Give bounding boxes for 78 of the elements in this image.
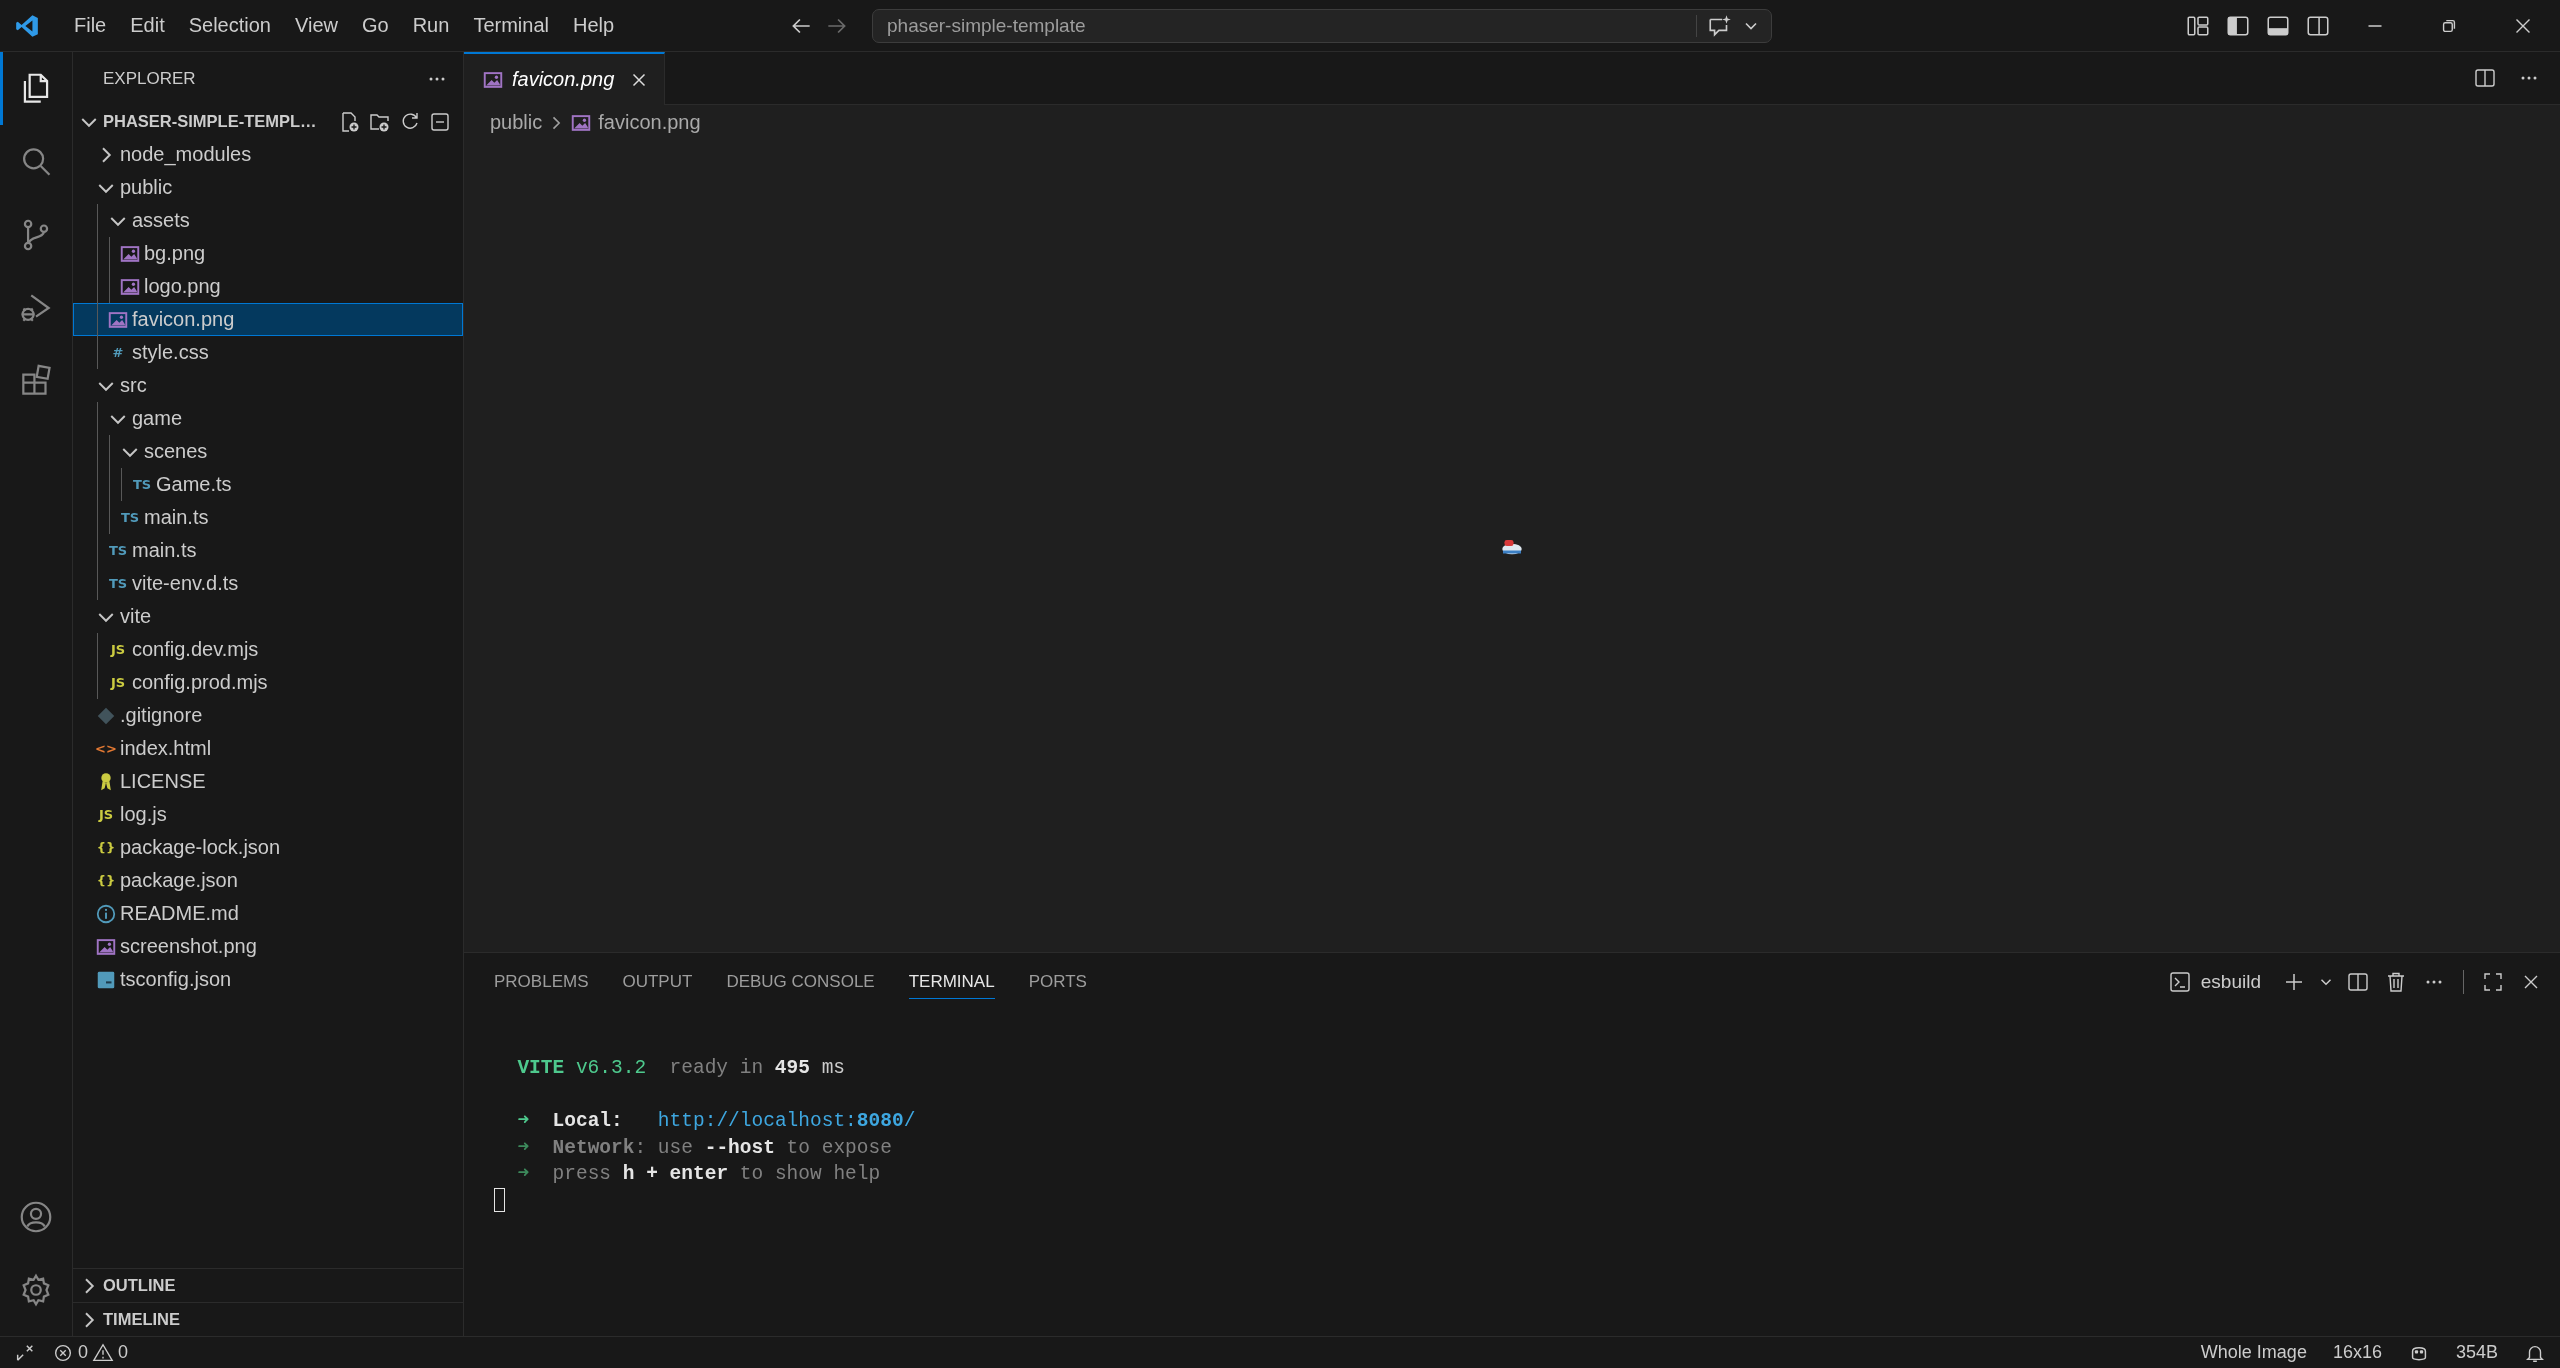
tree-file[interactable]: # style.css <box>73 336 463 369</box>
tree-file[interactable]: <>index.html <box>73 732 463 765</box>
terminal-line: ➜ Local: http://localhost:8080/ <box>516 1109 917 1134</box>
tree-file[interactable]: README.md <box>73 897 463 930</box>
tree-folder[interactable]: node_modules <box>73 138 463 171</box>
tree-folder[interactable]: game <box>73 402 463 435</box>
tree-file[interactable]: logo.png <box>73 270 463 303</box>
menu-item[interactable]: Run <box>400 10 462 41</box>
menu-item[interactable]: Terminal <box>461 10 561 41</box>
app-logo-icon[interactable] <box>14 12 40 39</box>
tree-file[interactable]: TS main.ts <box>73 534 463 567</box>
file-type-icon: <> <box>95 741 117 756</box>
command-center[interactable]: phaser-simple-template <box>872 8 1772 43</box>
tree-file[interactable]: TS Game.ts <box>73 468 463 501</box>
tree-file[interactable]: {} package-lock.json <box>73 831 463 864</box>
tree-folder[interactable]: public <box>73 171 463 204</box>
workspace-name[interactable]: phaser-simple-template <box>887 14 1696 37</box>
tree-file[interactable]: TS vite-env.d.ts <box>73 567 463 600</box>
tree-folder[interactable]: src <box>73 369 463 402</box>
info-icon <box>95 902 117 925</box>
tree-file[interactable]: {} package.json <box>73 864 463 897</box>
panel-tab[interactable]: DEBUG CONSOLE <box>726 965 875 999</box>
tree-file[interactable]: bg.png <box>73 237 463 270</box>
panel-tab[interactable]: PORTS <box>1028 965 1087 999</box>
split-editor-icon[interactable] <box>2473 66 2497 90</box>
menu-item[interactable]: Selection <box>176 10 283 41</box>
chat-sparkle-icon[interactable] <box>1707 12 1733 39</box>
status-item[interactable]: 354B <box>2455 1342 2498 1363</box>
section-header[interactable]: TIMELINE <box>73 1302 463 1336</box>
tree-folder[interactable]: assets <box>73 204 463 237</box>
workspace-folder-header[interactable]: PHASER-SIMPLE-TEMPL… <box>73 109 335 134</box>
tree-file[interactable]: TS main.ts <box>73 501 463 534</box>
status-item[interactable]: 16x16 <box>2332 1342 2382 1363</box>
menu-item[interactable]: Go <box>350 10 401 41</box>
file-type-icon: TS <box>108 576 128 591</box>
menu-item[interactable]: Edit <box>118 10 177 41</box>
problems-indicator[interactable]: 0 0 <box>52 1341 129 1364</box>
tree-file[interactable]: tsconfig.json <box>73 963 463 996</box>
split-terminal-icon[interactable] <box>2346 970 2370 994</box>
panel-tab[interactable]: PROBLEMS <box>494 965 589 999</box>
terminal-selector[interactable]: esbuild <box>2164 970 2261 994</box>
tree-folder[interactable]: scenes <box>73 435 463 468</box>
terminal-line: VITE v6.3.2 ready in 495 ms <box>516 1056 847 1081</box>
file-type-icon: TS <box>132 477 152 492</box>
terminal-line: ➜ Network: use --host to expose <box>516 1135 893 1161</box>
file-type-icon: {} <box>96 840 116 855</box>
tree-file[interactable]: screenshot.png <box>73 930 463 963</box>
editor-tab[interactable]: favicon.png <box>464 52 666 105</box>
status-item[interactable]: Whole Image <box>2200 1342 2307 1363</box>
file-type-icon: JS <box>98 807 114 822</box>
panel-tab[interactable]: TERMINAL <box>908 965 995 999</box>
warning-icon <box>92 1341 114 1364</box>
menu-item[interactable]: View <box>283 10 350 41</box>
terminal-line: ➜ press h + enter to show help <box>516 1162 882 1187</box>
tree-file[interactable]: LICENSE <box>73 765 463 798</box>
file-type-icon: # <box>112 345 124 360</box>
menu-item[interactable]: File <box>62 10 119 41</box>
tree-file[interactable]: JS config.prod.mjs <box>73 666 463 699</box>
maximize-icon[interactable] <box>2481 970 2505 994</box>
tree-file[interactable]: JS log.js <box>73 798 463 831</box>
breadcrumb-item[interactable]: favicon.png <box>570 111 701 134</box>
file-type-icon: TS <box>108 543 128 558</box>
terminal-cursor <box>494 1187 505 1212</box>
section-header[interactable]: OUTLINE <box>73 1268 463 1302</box>
breadcrumb-item[interactable]: public <box>490 111 543 134</box>
file-type-icon: {} <box>96 873 116 888</box>
panel-tab[interactable]: OUTPUT <box>622 965 693 999</box>
tree-file[interactable]: favicon.png <box>73 303 463 336</box>
favicon-image-drawing <box>1500 537 1524 555</box>
tree-file[interactable]: JS config.dev.mjs <box>73 633 463 666</box>
file-type-icon: TS <box>120 510 140 525</box>
tree-file[interactable]: .gitignore <box>73 699 463 732</box>
file-type-icon: JS <box>110 642 126 657</box>
file-type-icon: JS <box>110 675 126 690</box>
sidebar-title: EXPLORER <box>103 68 196 89</box>
tree-folder[interactable]: vite <box>73 600 463 633</box>
menu-item[interactable]: Help <box>560 10 627 41</box>
terminal-icon <box>2167 970 2192 994</box>
